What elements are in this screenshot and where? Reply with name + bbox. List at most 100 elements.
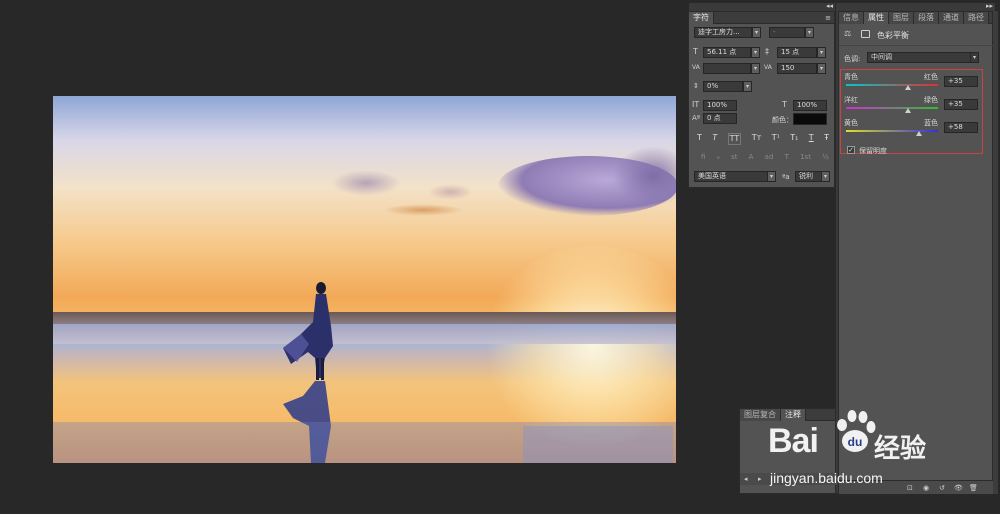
tracking-field[interactable]: 150 bbox=[777, 63, 817, 74]
preserve-luminosity-checkbox[interactable]: ✓ bbox=[847, 146, 855, 154]
color-label: 颜色： bbox=[772, 116, 793, 124]
panel-menu-icon[interactable]: ≡ bbox=[825, 13, 831, 23]
kerning-field[interactable] bbox=[703, 63, 751, 74]
slider-right-label: 绿色 bbox=[924, 96, 938, 104]
paw-icon: du bbox=[837, 410, 876, 452]
tab-properties[interactable]: 属性 bbox=[864, 11, 889, 24]
antialias-icon: ªa bbox=[782, 173, 790, 181]
previous-note-icon[interactable]: ◂ bbox=[744, 474, 748, 484]
tab-info[interactable]: 信息 bbox=[839, 11, 864, 24]
strikethrough-icon[interactable]: Ŧ bbox=[824, 133, 829, 145]
tab-channels[interactable]: 通道 bbox=[939, 11, 964, 24]
trash-icon[interactable]: 🗑 bbox=[969, 483, 978, 493]
slider-right-label: 红色 bbox=[924, 73, 938, 81]
slider-thumb[interactable] bbox=[905, 85, 912, 90]
tab-paragraph[interactable]: 段落 bbox=[914, 11, 939, 24]
watermark-brand: Bai bbox=[768, 422, 819, 460]
baseline-shift-field[interactable]: 0 点 bbox=[703, 113, 737, 124]
font-style-select[interactable]: - bbox=[769, 27, 805, 38]
underline-icon[interactable]: T bbox=[809, 133, 814, 145]
baseline-shift-icon: Aª bbox=[692, 114, 701, 122]
language-select[interactable]: 美国英语 bbox=[694, 171, 774, 182]
tone-select[interactable]: 中间调 bbox=[867, 52, 979, 63]
font-size-field[interactable]: 56.11 点 bbox=[703, 47, 751, 58]
properties-panel-header[interactable]: ▸▸ bbox=[838, 1, 995, 11]
slider-left-label: 青色 bbox=[844, 73, 858, 81]
watermark-brand-tail: 经验 bbox=[874, 434, 927, 464]
cyan-red-slider[interactable] bbox=[846, 84, 938, 86]
tab-paths[interactable]: 路径 bbox=[964, 11, 989, 24]
font-family-select[interactable]: 迪字工房力... bbox=[694, 27, 752, 38]
chevron-down-icon[interactable]: ▾ bbox=[817, 47, 826, 58]
magenta-green-value[interactable]: +35 bbox=[944, 99, 978, 110]
opentype-row: ﬁ ℴ st Aad T 1st ½ bbox=[701, 153, 829, 163]
watermark-url: jingyan.baidu.com bbox=[770, 470, 883, 486]
chevron-down-icon[interactable]: ▾ bbox=[767, 171, 776, 182]
mask-icon[interactable] bbox=[861, 30, 870, 38]
yellow-blue-slider[interactable] bbox=[846, 130, 938, 132]
tone-label: 色调: bbox=[844, 55, 861, 63]
collapse-icon[interactable]: ◂◂ bbox=[826, 1, 833, 11]
slider-thumb[interactable] bbox=[905, 108, 912, 113]
chevron-down-icon[interactable]: ▾ bbox=[821, 171, 830, 182]
slider-right-label: 蓝色 bbox=[924, 119, 938, 127]
chevron-down-icon[interactable]: ▾ bbox=[805, 27, 814, 38]
chevron-down-icon[interactable]: ▾ bbox=[817, 63, 826, 74]
visibility-icon[interactable]: 👁 bbox=[954, 483, 963, 493]
leading-field[interactable]: 15 点 bbox=[777, 47, 817, 58]
scrollbar[interactable] bbox=[993, 11, 998, 494]
small-caps-icon[interactable]: Tт bbox=[752, 133, 762, 145]
adjustment-title: 色彩平衡 bbox=[877, 31, 909, 40]
tsume-field[interactable]: 0% bbox=[703, 81, 743, 92]
tab-layer-comps[interactable]: 图层复合 bbox=[740, 408, 781, 421]
tab-character[interactable]: 字符 bbox=[689, 11, 714, 24]
opentype-icon[interactable]: A bbox=[749, 153, 754, 163]
type-style-row: T T TT Tт T¹ T₁ T Ŧ bbox=[697, 133, 829, 145]
tab-notes[interactable]: 注释 bbox=[781, 408, 806, 421]
superscript-icon[interactable]: T¹ bbox=[772, 133, 780, 145]
character-tabbar: 字符 ≡ bbox=[689, 11, 834, 24]
opentype-icon[interactable]: ad bbox=[765, 153, 774, 163]
chevron-down-icon[interactable]: ▾ bbox=[743, 81, 752, 92]
baidu-watermark: Bai du 经验 jingyan.baidu.com bbox=[768, 410, 948, 490]
faux-italic-icon[interactable]: T bbox=[712, 133, 717, 145]
chevron-down-icon[interactable]: ▾ bbox=[751, 47, 760, 58]
text-color-swatch[interactable] bbox=[793, 113, 827, 125]
next-note-icon[interactable]: ▸ bbox=[758, 474, 762, 484]
slider-left-label: 洋红 bbox=[844, 96, 858, 104]
opentype-icon[interactable]: ﬁ bbox=[701, 153, 705, 163]
vertical-scale-field[interactable]: 100% bbox=[703, 100, 737, 111]
opentype-icon[interactable]: 1st bbox=[800, 153, 811, 163]
faux-bold-icon[interactable]: T bbox=[697, 133, 702, 145]
chevron-down-icon[interactable]: ▾ bbox=[752, 27, 761, 38]
collapse-icon[interactable]: ▸▸ bbox=[986, 1, 993, 11]
opentype-icon[interactable]: T bbox=[785, 153, 789, 163]
horizontal-scale-icon: T bbox=[782, 100, 787, 109]
character-panel: 字符 ≡ 迪字工房力... ▾ - ▾ T 56.11 点 ▾ ‡ 15 点 ▾… bbox=[688, 11, 835, 188]
slider-left-label: 黄色 bbox=[844, 119, 858, 127]
chevron-down-icon[interactable]: ▾ bbox=[751, 63, 760, 74]
opentype-icon[interactable]: ½ bbox=[822, 153, 829, 163]
character-panel-header[interactable]: ◂◂ bbox=[689, 1, 835, 11]
leading-icon: ‡ bbox=[765, 47, 769, 56]
preserve-luminosity-label: 保留明度 bbox=[859, 147, 887, 155]
subscript-icon[interactable]: T₁ bbox=[790, 133, 798, 145]
all-caps-icon[interactable]: TT bbox=[727, 133, 742, 145]
scale-balance-icon: ⚖ bbox=[844, 29, 852, 38]
chevron-down-icon[interactable]: ▾ bbox=[970, 52, 979, 63]
magenta-green-slider[interactable] bbox=[846, 107, 938, 109]
opentype-icon[interactable]: ℴ bbox=[717, 153, 720, 163]
tracking-icon: VA bbox=[764, 64, 772, 71]
font-size-icon: T bbox=[693, 47, 698, 56]
slider-thumb[interactable] bbox=[915, 131, 922, 136]
cyan-red-value[interactable]: +35 bbox=[944, 76, 978, 87]
tab-layers[interactable]: 图层 bbox=[889, 11, 914, 24]
horizontal-scale-field[interactable]: 100% bbox=[793, 100, 827, 111]
yellow-blue-value[interactable]: +58 bbox=[944, 122, 978, 133]
svg-text:du: du bbox=[848, 435, 863, 449]
divider bbox=[839, 45, 994, 46]
canvas-photo[interactable] bbox=[53, 96, 676, 463]
kerning-icon: VA bbox=[692, 64, 700, 71]
opentype-icon[interactable]: st bbox=[731, 153, 737, 163]
properties-tabbar: 信息 属性 图层 段落 通道 路径 bbox=[839, 11, 992, 24]
